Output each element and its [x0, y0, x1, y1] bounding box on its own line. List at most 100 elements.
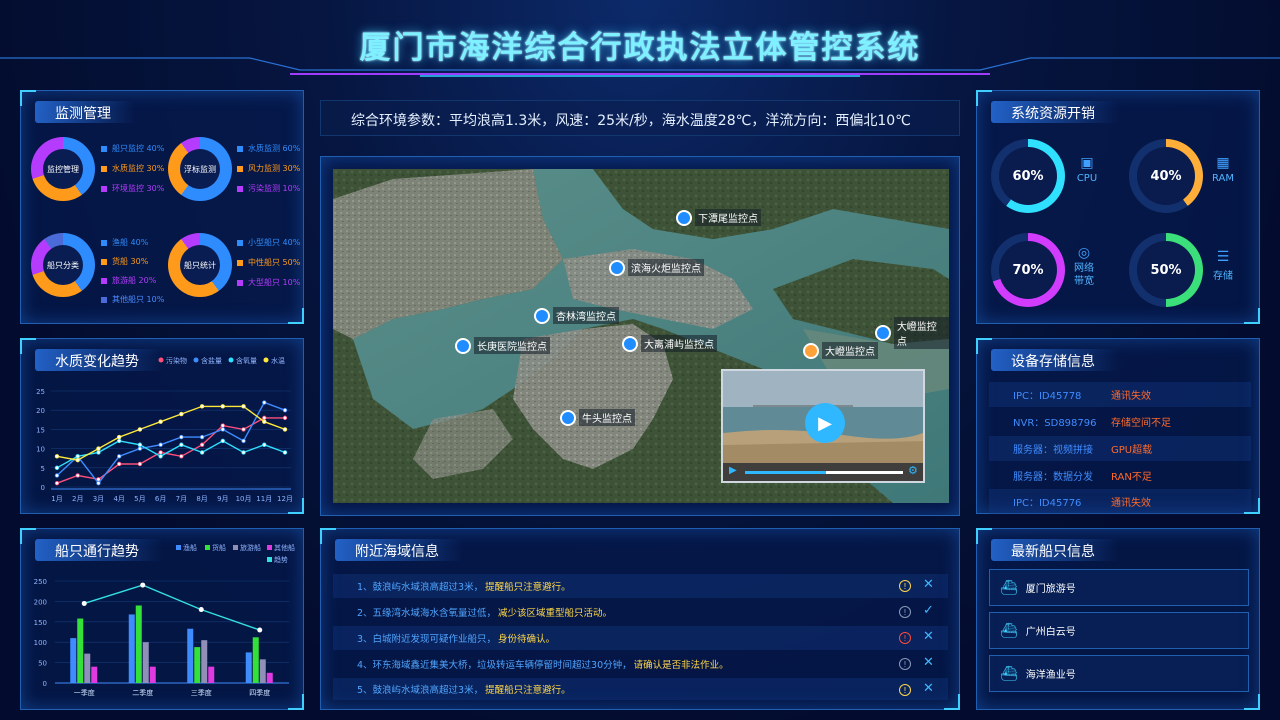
- map-marker[interactable]: 牛头监控点: [560, 409, 635, 426]
- x-tick-label: 一季度: [74, 688, 95, 697]
- sea-info-row[interactable]: 3、白城附近发现可疑作业船只， 身份待确认。! ✕: [333, 626, 948, 650]
- data-point: [241, 427, 246, 432]
- y-tick-label: 5: [41, 465, 45, 473]
- camera-pin-icon: [560, 409, 576, 426]
- donut-ship-stats-legend: 小型船只 40% 中性船只 50% 大型船只 10%: [237, 233, 300, 293]
- play-button[interactable]: ▶: [805, 403, 845, 443]
- donut-buoy[interactable]: 浮标监测: [168, 137, 232, 201]
- bar: [259, 659, 266, 683]
- map-marker[interactable]: 大嶝监控点: [875, 317, 949, 349]
- storage-gauge[interactable]: 50%: [1129, 233, 1203, 307]
- device-row[interactable]: NVR：SD898796 存储空间不足: [989, 409, 1251, 434]
- ram-gauge[interactable]: 40%: [1129, 139, 1203, 213]
- donut-monitor-legend: 船只监控 40% 水质监控 30% 环境监控 30%: [101, 139, 164, 199]
- data-point: [282, 407, 288, 413]
- y-tick-label: 15: [36, 426, 45, 434]
- ship-item[interactable]: ⛴ 海洋渔业号: [989, 655, 1249, 692]
- camera-pin-icon: [609, 259, 625, 276]
- x-tick-label: 5月: [134, 495, 145, 503]
- globe-icon: ◎: [1077, 245, 1091, 261]
- cpu-icon: ▣: [1080, 155, 1094, 171]
- water-quality-chart[interactable]: 0 5 10 15 20 25 1月 2月 3月 4月 5月 6月 7月 8月 9月 10月 11月 12月 污染物…: [21, 339, 305, 515]
- cpu-gauge[interactable]: 60%: [991, 139, 1065, 213]
- data-point: [54, 465, 60, 470]
- ship-item[interactable]: ⛴ 广州白云号: [989, 612, 1249, 649]
- donut-label: 船只分类: [43, 245, 83, 285]
- ship-icon: ⛴: [1000, 665, 1018, 682]
- alert-icon: !: [899, 684, 911, 696]
- data-point: [199, 434, 205, 440]
- camera-pin-icon: [676, 209, 692, 226]
- device-row[interactable]: IPC：ID45776 通讯失效: [989, 489, 1251, 514]
- sysres-panel-title: 系统资源开销: [991, 101, 1119, 123]
- legend-marker: [205, 545, 210, 550]
- ships-trend-chart[interactable]: 0 50 100 150 200 250 一季度 二季度 三季度 四季度 渔船 货船 旅游船 其他船趋势: [21, 529, 305, 711]
- data-point: [199, 442, 205, 447]
- data-point: [75, 457, 80, 463]
- ram-label: ▦ RAM: [1203, 155, 1243, 184]
- close-icon[interactable]: ✕: [923, 577, 934, 592]
- map-marker[interactable]: 下潭尾监控点: [676, 209, 761, 226]
- donut-monitor[interactable]: 监控管理: [31, 137, 95, 201]
- y-tick-label: 10: [36, 446, 45, 454]
- data-point: [179, 442, 184, 447]
- close-icon[interactable]: ✕: [923, 655, 934, 670]
- bar: [208, 666, 215, 683]
- legend-item: 环境监控 30%: [101, 179, 164, 199]
- sea-info-row[interactable]: 1、鼓浪屿水域浪高超过3米， 提醒船只注意避行。! ✕: [333, 574, 948, 598]
- sea-info-row[interactable]: 4、环东海域鑫近集美大桥，垃圾转运车辆停留时间超过30分钟， 请确认是否非法作业。…: [333, 652, 948, 676]
- legend-label: 污染物: [166, 356, 187, 365]
- x-tick-label: 6月: [155, 495, 166, 503]
- data-point: [137, 442, 143, 447]
- data-point: [262, 415, 267, 421]
- ships-trend-panel: 船只通行趋势 0 50 100 150 200 250 一季度 二季度 三季度 四季度 渔船 货船 旅游…: [20, 528, 304, 710]
- x-tick-label: 10月: [236, 495, 252, 503]
- legend-label: 其他船: [274, 543, 295, 552]
- map-marker[interactable]: 大离浦屿监控点: [622, 335, 717, 352]
- legend-label: 货船: [212, 543, 226, 552]
- close-icon[interactable]: ✕: [923, 681, 934, 696]
- data-point: [158, 450, 163, 455]
- data-point: [75, 473, 80, 478]
- device-row[interactable]: IPC：ID45778 通讯失效: [989, 382, 1251, 407]
- video-popup[interactable]: ▶ ▶ ⚙: [721, 369, 925, 483]
- device-row[interactable]: 服务器：数据分发 RAN不足: [989, 463, 1251, 488]
- x-tick-label: 4月: [113, 495, 124, 503]
- video-progress-fill: [745, 471, 826, 474]
- cpu-label: ▣ CPU: [1067, 155, 1107, 184]
- sea-info-row[interactable]: 2、五缘湾水域海水含氧量过低， 减少该区域重型船只活动。! ✓: [333, 600, 948, 624]
- alert-icon: !: [899, 580, 911, 592]
- map-panel: 下潭尾监控点 滨海火炬监控点 杏林湾监控点 长庚医院监控点 大离浦屿监控点 大嶝…: [320, 156, 960, 516]
- camera-pin-icon: [875, 325, 891, 341]
- satellite-map[interactable]: 下潭尾监控点 滨海火炬监控点 杏林湾监控点 长庚医院监控点 大离浦屿监控点 大嶝…: [333, 169, 949, 503]
- bar: [252, 637, 259, 683]
- settings-icon[interactable]: ⚙: [908, 464, 918, 477]
- donut-label: 浮标监测: [180, 149, 220, 189]
- sea-info-row[interactable]: 5、鼓浪屿水域浪高超过3米， 提醒船只注意避行。! ✕: [333, 678, 948, 700]
- close-icon[interactable]: ✕: [923, 629, 934, 644]
- map-marker[interactable]: 长庚医院监控点: [455, 337, 550, 354]
- camera-pin-icon: [803, 342, 819, 359]
- x-tick-label: 3月: [93, 495, 104, 503]
- data-point: [282, 450, 288, 455]
- device-row[interactable]: 服务器：视频拼接 GPU超载: [989, 436, 1251, 461]
- data-point: [137, 461, 143, 467]
- ship-item[interactable]: ⛴ 厦门旅游号: [989, 569, 1249, 606]
- donut-ship-stats[interactable]: 船只统计: [168, 233, 232, 297]
- gauge-value: 70%: [999, 241, 1057, 299]
- play-icon[interactable]: ▶: [729, 465, 737, 476]
- network-gauge[interactable]: 70%: [991, 233, 1065, 307]
- legend-label: 趋势: [274, 555, 288, 564]
- page-title: 厦门市海洋综合行政执法立体管控系统: [359, 30, 921, 66]
- check-icon[interactable]: ✓: [923, 603, 934, 618]
- data-point: [116, 454, 122, 459]
- donut-ship-class[interactable]: 船只分类: [31, 233, 95, 297]
- map-marker[interactable]: 杏林湾监控点: [534, 307, 619, 324]
- data-point: [158, 442, 163, 447]
- video-progress-track[interactable]: [745, 471, 903, 474]
- map-marker-active[interactable]: 大嶝监控点: [803, 342, 878, 359]
- x-tick-label: 12月: [277, 495, 293, 503]
- data-point: [220, 404, 226, 409]
- series-line: [56, 401, 286, 485]
- map-marker[interactable]: 滨海火炬监控点: [609, 259, 704, 276]
